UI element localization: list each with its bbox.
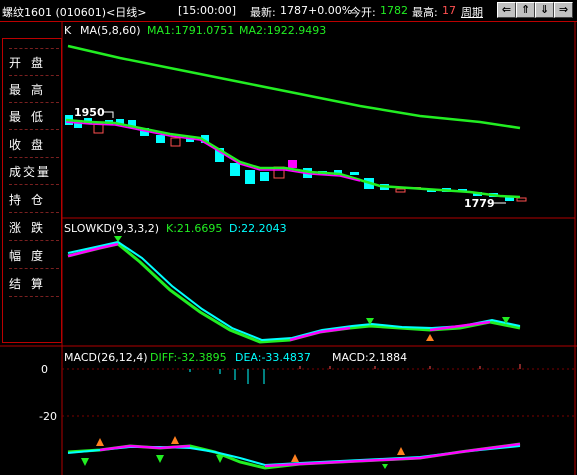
kd-signal-arrow-icon (426, 334, 434, 341)
macd-overlay-line (99, 444, 191, 452)
candle (230, 163, 240, 176)
macd-signal-arrow-icon (397, 447, 405, 455)
high-price-marker: 1950 (74, 106, 105, 119)
latest-value: 1787 (280, 4, 308, 17)
macd-signal-arrow-icon (171, 436, 179, 444)
latest-label: 最新: (250, 6, 276, 19)
kd-signal-arrow-icon (114, 236, 122, 242)
ma60-line (67, 44, 521, 130)
ma2-value: MA2:1922.9493 (239, 24, 326, 37)
ma-title: MA(5,8,60) (80, 24, 141, 37)
high-value: 17 (442, 4, 456, 17)
chart-canvas[interactable]: K MA(5,8,60) MA1:1791.0751 MA2:1922.9493… (0, 21, 577, 475)
ma5-line (65, 118, 521, 199)
kd-title: SLOWKD(9,3,3,2) (64, 222, 159, 235)
change-value: +0.00% (308, 4, 353, 17)
instrument-title: 螺纹1601 (010601)<日线> (2, 6, 147, 19)
macd-diff-value: DIFF:-32.3895 (150, 351, 227, 364)
candle (245, 170, 255, 184)
title-bar: 螺纹1601 (010601)<日线> [15:00:00] 最新: 1787 … (0, 0, 577, 22)
macd-signal-arrow-icon (156, 455, 164, 463)
macd-signal-arrow-icon (81, 458, 89, 466)
macd-histogram (189, 364, 521, 384)
candle (260, 172, 269, 181)
candle (170, 137, 181, 147)
candle (395, 188, 406, 193)
time-display: [15:00:00] (178, 4, 236, 17)
candle (516, 197, 527, 202)
ma1-value: MA1:1791.0751 (147, 24, 234, 37)
macd-dea-line (67, 445, 521, 467)
arrow-left-icon[interactable]: ⇐ (497, 2, 516, 18)
high-label: 最高: (412, 6, 438, 19)
macd-value: MACD:2.1884 (332, 351, 407, 364)
macd-signal-arrow-icon (291, 454, 299, 462)
macd-overlay-line (264, 442, 521, 468)
arrow-up-icon[interactable]: ⇑ (516, 2, 535, 18)
arrow-right-icon[interactable]: ⇒ (554, 2, 573, 18)
candle (93, 123, 104, 134)
period-button[interactable]: 周期 (461, 4, 483, 20)
macd-signal-arrow-icon (382, 464, 388, 469)
macd-ytick-neg20: -20 (39, 410, 57, 423)
low-price-marker: 1779 (464, 197, 495, 210)
arrow-down-icon[interactable]: ⇓ (535, 2, 554, 18)
kd-d-value: D:22.2043 (229, 222, 287, 235)
kd-overlay-line (67, 242, 119, 258)
macd-signal-arrow-icon (216, 455, 224, 463)
macd-dea-value: DEA:-33.4837 (235, 351, 311, 364)
candle (156, 135, 165, 143)
main-label: K (64, 24, 72, 37)
macd-signal-arrow-icon (96, 438, 104, 446)
kd-k-value: K:21.6695 (166, 222, 222, 235)
macd-ytick-0: 0 (41, 363, 48, 376)
candle (288, 160, 297, 168)
candle (350, 172, 359, 175)
macd-title: MACD(26,12,4) (64, 351, 148, 364)
open-label: 今开: (350, 6, 376, 19)
open-value: 1782 (380, 4, 408, 17)
